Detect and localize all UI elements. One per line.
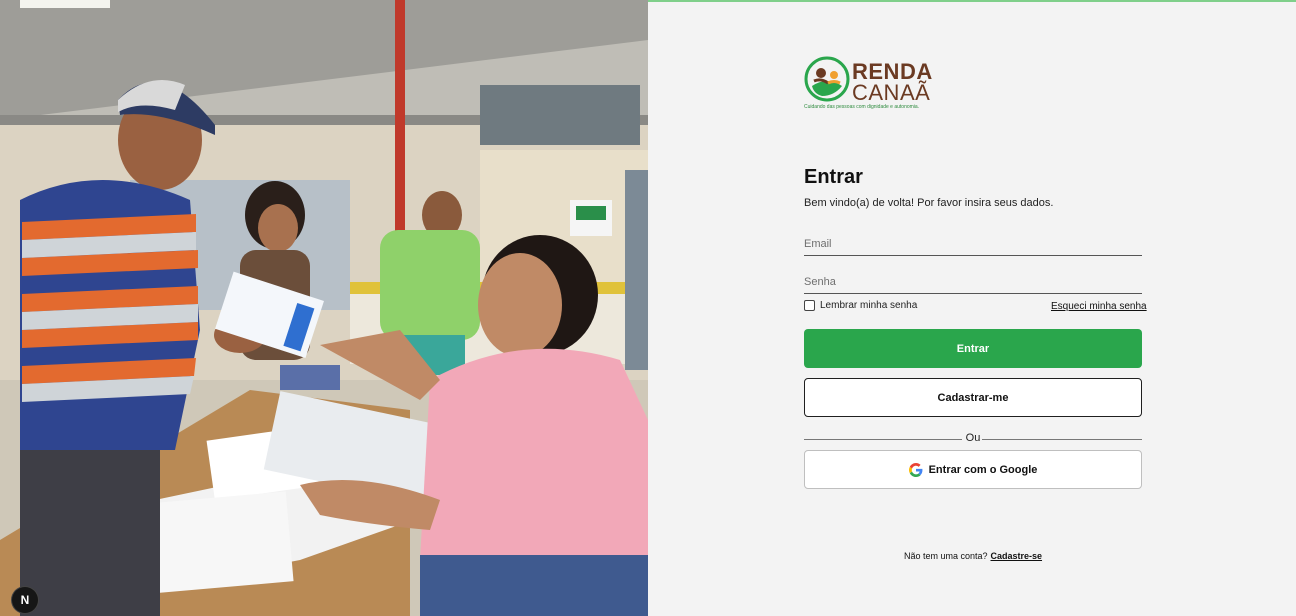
google-login-button[interactable]: Entrar com o Google: [804, 450, 1142, 489]
forgot-password-link[interactable]: Esqueci minha senha: [1051, 301, 1147, 312]
signup-link[interactable]: Cadastre-se: [991, 551, 1043, 561]
brand-logo-icon: [804, 56, 850, 102]
hero-photo: N: [0, 0, 648, 616]
google-login-label: Entrar com o Google: [928, 463, 1038, 476]
brand-tagline: Cuidando das pessoas com dignidade e aut…: [804, 104, 920, 110]
signup-question: Não tem uma conta?: [903, 551, 988, 561]
or-divider: Ou: [804, 432, 1142, 446]
remember-label: Lembrar minha senha: [820, 300, 918, 311]
remember-password[interactable]: Lembrar minha senha: [804, 300, 917, 311]
login-button[interactable]: Entrar: [804, 329, 1142, 368]
hero-photo-illustration: [0, 0, 648, 616]
brand-logo: RENDA CANAÃ Cuidando das pessoas com dig…: [804, 54, 944, 114]
brand-name-line2: CANAÃ: [852, 80, 931, 105]
page-title: Entrar: [804, 166, 863, 188]
divider-line-right: [982, 439, 1142, 440]
divider-label: Ou: [965, 432, 981, 444]
signup-prompt: Não tem uma conta? Cadastre-se: [804, 551, 1142, 561]
password-field[interactable]: [804, 270, 1142, 294]
email-field[interactable]: [804, 232, 1142, 256]
google-g-icon: [908, 462, 923, 477]
remember-checkbox[interactable]: [804, 300, 815, 311]
dev-badge[interactable]: N: [12, 587, 38, 613]
page-subtitle: Bem vindo(a) de volta! Por favor insira …: [804, 197, 1054, 209]
divider-line-left: [804, 439, 962, 440]
login-panel: RENDA CANAÃ Cuidando das pessoas com dig…: [648, 2, 1296, 616]
register-button[interactable]: Cadastrar-me: [804, 378, 1142, 417]
